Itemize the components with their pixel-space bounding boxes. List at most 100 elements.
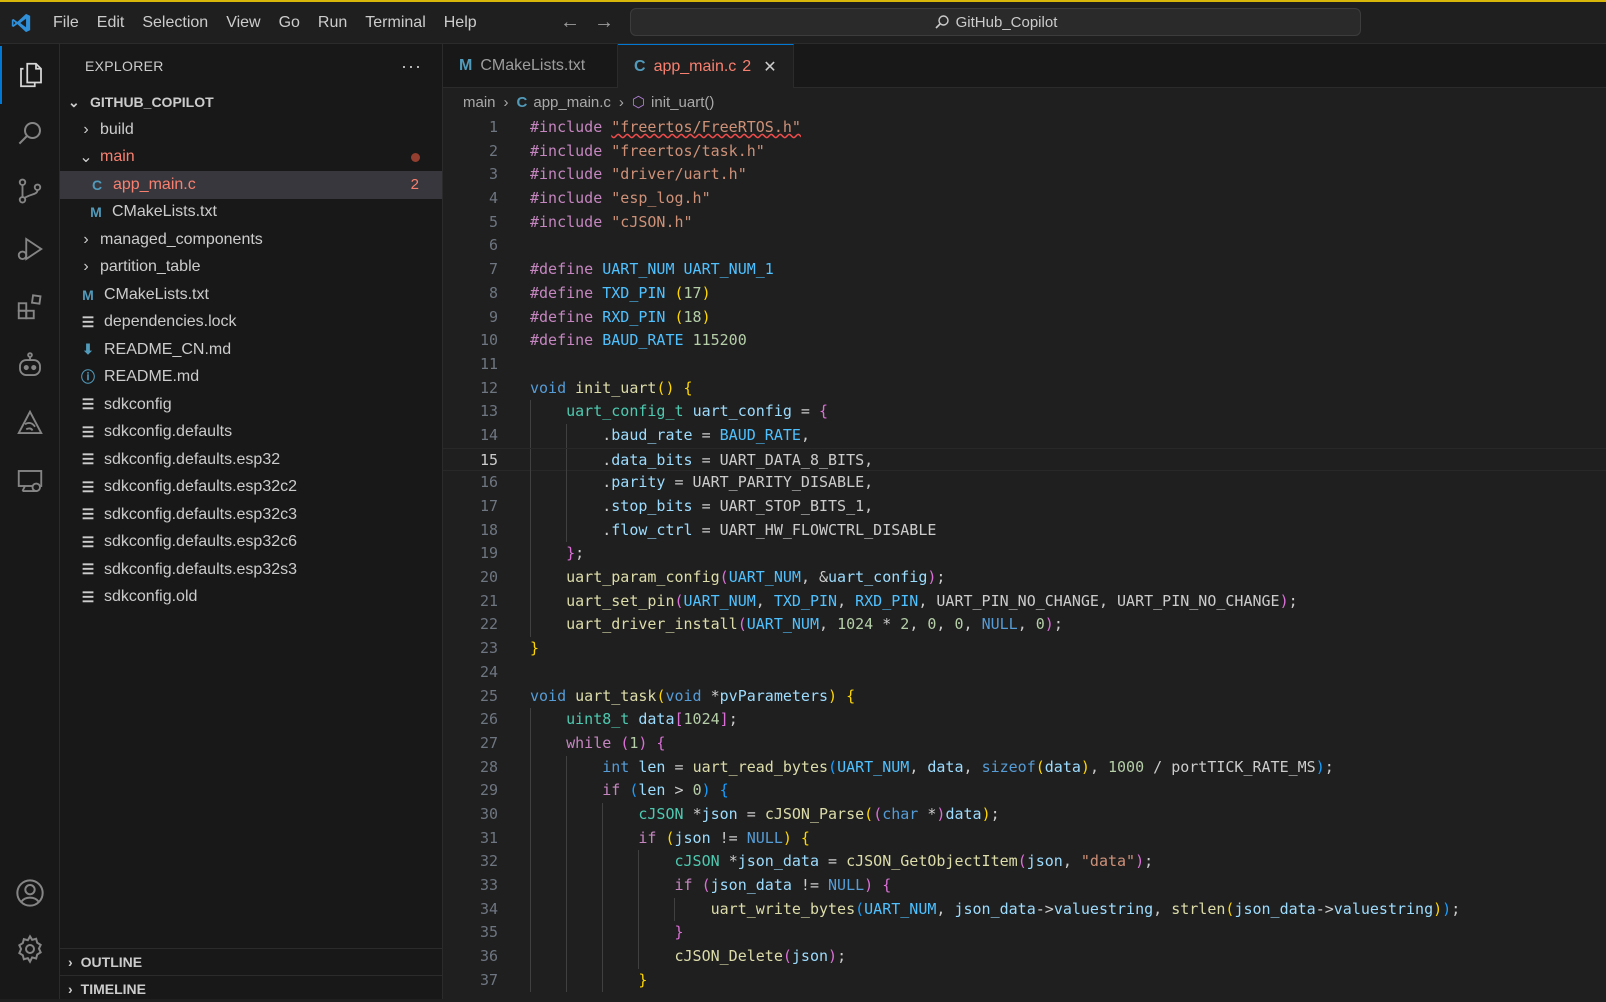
tab-app-main[interactable]: C app_main.c 2 ✕ [618,44,794,88]
copilot-icon[interactable] [0,336,60,394]
text-file-icon: ☰ [81,313,95,330]
line-number: 26 [479,710,498,729]
account-icon[interactable] [0,864,60,922]
forward-arrow-icon[interactable]: → [594,11,614,34]
menu-terminal[interactable]: Terminal [356,2,434,44]
code-line: 17 .stop_bits = UART_STOP_BITS_1, [443,495,1606,519]
menu-run[interactable]: Run [309,2,356,44]
tree-item-label: main [100,148,135,166]
tab-label: app_main.c [653,57,737,75]
tree-file[interactable]: ⓘ README.md [60,364,442,392]
line-number: 16 [479,473,498,492]
line-number: 9 [488,307,498,326]
tree-file[interactable]: ⬇ README_CN.md [60,336,442,364]
tree-folder[interactable]: › managed_components [60,226,442,254]
source-control-icon[interactable] [0,162,60,220]
back-arrow-icon[interactable]: ← [560,11,580,34]
tree-file[interactable]: ☰ dependencies.lock [60,309,442,337]
code-line: 24 [443,661,1606,685]
menu-selection[interactable]: Selection [133,2,217,44]
breadcrumb-symbol[interactable]: init_uart() [651,94,714,111]
menu-file[interactable]: File [44,2,88,44]
line-number: 34 [479,899,498,918]
line-number: 10 [479,331,498,350]
menu-bar: File Edit Selection View Go Run Terminal… [44,2,486,44]
tree-file[interactable]: ☰ sdkconfig.defaults [60,419,442,447]
tree-folder[interactable]: ⌄ main [60,144,442,172]
timeline-section[interactable]: › TIMELINE [60,975,443,1002]
more-actions-icon[interactable]: ··· [401,56,422,77]
code-text: int len = uart_read_bytes(UART_NUM, data… [602,757,1334,776]
code-text: .data_bits = UART_DATA_8_BITS, [530,450,874,469]
explorer-icon[interactable] [0,46,60,104]
menu-view[interactable]: View [217,2,269,44]
line-number: 11 [479,354,498,373]
line-number: 20 [479,568,498,587]
problem-count-badge: 2 [742,57,752,75]
tree-file[interactable]: ☰ sdkconfig.defaults.esp32s3 [60,556,442,584]
settings-icon[interactable] [0,920,60,978]
tree-folder[interactable]: › partition_table [60,254,442,282]
code-line: 21 uart_set_pin(UART_NUM, TXD_PIN, RXD_P… [443,589,1606,614]
tree-file[interactable]: M CMakeLists.txt [60,281,442,309]
close-icon[interactable]: ✕ [763,57,776,77]
code-line: 19 }; [443,542,1606,567]
timeline-label: TIMELINE [80,981,147,997]
tree-file[interactable]: ☰ sdkconfig [60,391,442,419]
run-debug-icon[interactable] [0,220,60,278]
tree-item-label: sdkconfig.defaults.esp32c2 [104,478,298,496]
tree-file[interactable]: ☰ sdkconfig.old [60,584,442,612]
error-dot-icon [411,152,420,162]
code-text: if (len > 0) { [602,781,729,800]
tree-file[interactable]: M CMakeLists.txt [60,199,442,227]
tree-file[interactable]: ☰ sdkconfig.defaults.esp32c2 [60,474,442,502]
code-line: 30 cJSON *json = cJSON_Parse((char *)dat… [443,802,1606,827]
code-text: void init_uart() { [530,378,693,397]
tree-file[interactable]: Capp_main.c 2 [60,171,442,199]
code-line: 36 cJSON_Delete(json); [443,945,1606,969]
menu-edit[interactable]: Edit [88,2,134,44]
remote-explorer-icon[interactable] [0,452,60,510]
explorer-root-folder[interactable]: ⌄ GITHUB_COPILOT [60,88,442,116]
tree-file[interactable]: ☰ sdkconfig.defaults.esp32c3 [60,501,442,529]
code-text: if (json != NULL) { [638,828,810,847]
line-number: 2 [488,141,498,160]
explorer-header: EXPLORER ··· [60,44,442,88]
line-number: 25 [479,686,498,705]
tree-folder[interactable]: › build [60,116,442,144]
line-number: 30 [479,804,498,823]
breadcrumb-folder[interactable]: main [463,94,496,111]
extensions-icon[interactable] [0,278,60,336]
info-file-icon: ⓘ [81,369,95,386]
code-text: cJSON *json_data = cJSON_GetObjectItem(j… [674,852,1154,871]
explorer-title: EXPLORER [85,58,164,74]
tree-file[interactable]: ☰ sdkconfig.defaults.esp32 [60,446,442,474]
search-icon[interactable] [0,104,60,162]
text-file-icon: ☰ [81,423,95,440]
cmake-file-icon: M [90,204,102,221]
line-number: 29 [479,781,498,800]
markdown-download-icon: ⬇ [82,341,94,358]
code-text: .parity = UART_PARITY_DISABLE, [530,473,874,492]
breadcrumb-file[interactable]: app_main.c [533,94,611,111]
code-text: } [638,970,648,989]
line-number: 19 [479,544,498,563]
explorer-sidebar: EXPLORER ··· ⌄ GITHUB_COPILOT › build ⌄ mai… [60,44,443,999]
tab-cmakelists[interactable]: M CMakeLists.txt [443,44,618,88]
tree-item-label: CMakeLists.txt [112,203,217,221]
chevron-right-icon: › [83,230,89,248]
vscode-logo-icon [11,13,31,33]
code-text: #define RXD_PIN (18) [530,307,711,326]
tree-item-label: dependencies.lock [104,313,237,331]
menu-go[interactable]: Go [270,2,309,44]
menu-help[interactable]: Help [435,2,486,44]
command-center-search[interactable]: GitHub_Copilot [630,8,1361,36]
code-editor[interactable]: 1 #include "freertos/FreeRTOS.h" 2 #include… [443,116,1606,993]
text-file-icon: ☰ [81,396,95,413]
line-number: 4 [488,189,498,208]
esp-idf-icon[interactable] [0,394,60,452]
line-number: 22 [479,615,498,634]
tree-file[interactable]: ☰ sdkconfig.defaults.esp32c6 [60,529,442,557]
text-file-icon: ☰ [81,506,95,523]
outline-section[interactable]: › OUTLINE [60,948,443,975]
